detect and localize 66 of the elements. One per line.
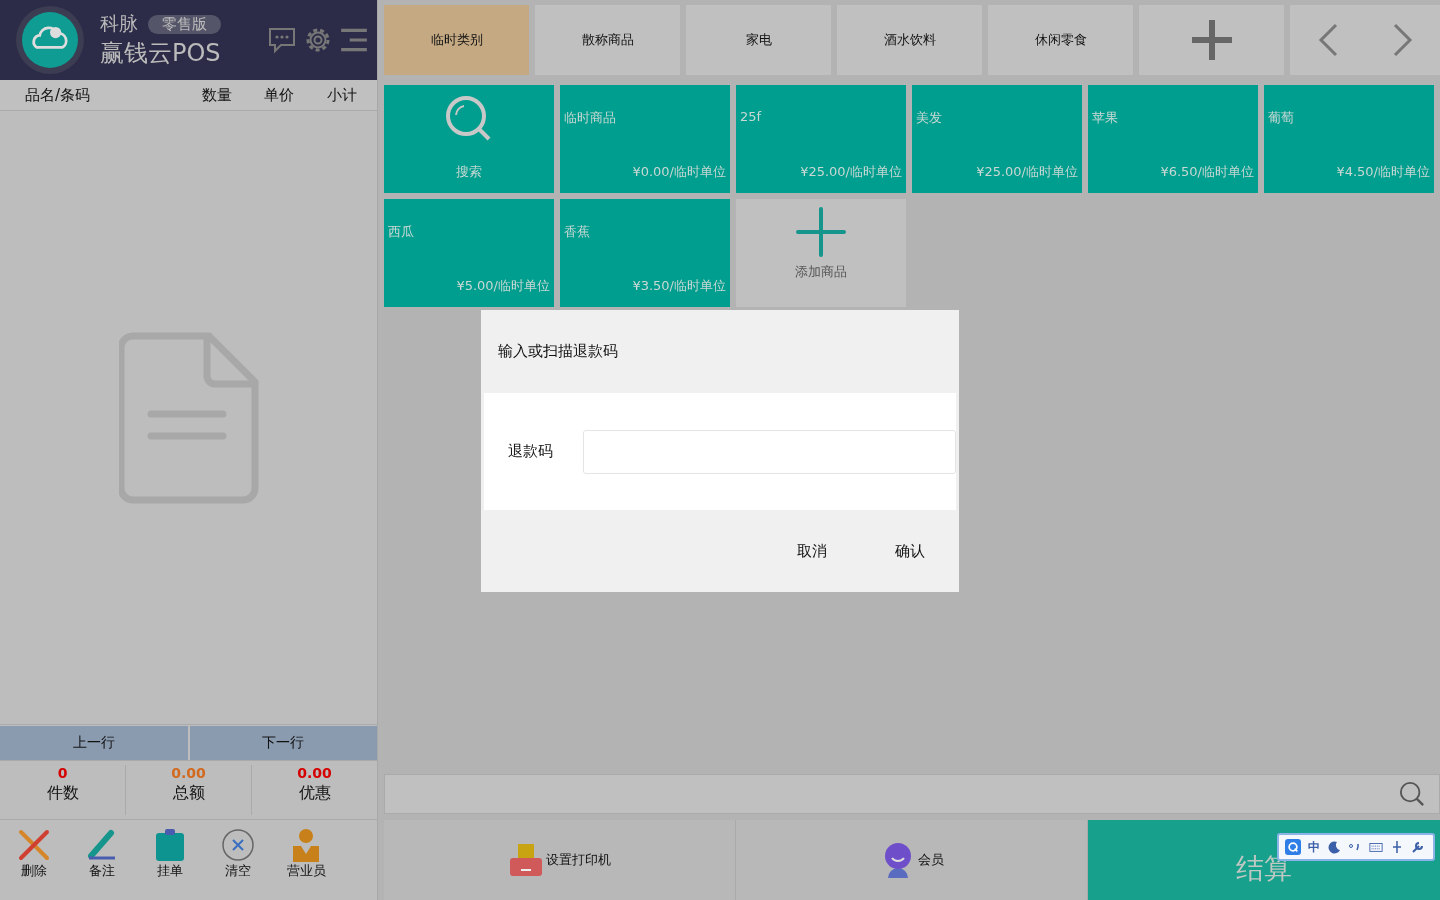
logo-icon: [22, 12, 78, 68]
input-mode-toggle[interactable]: 中: [1308, 838, 1320, 856]
action-button[interactable]: 删除: [12, 828, 56, 900]
product-name: 葡萄: [1268, 109, 1294, 127]
product-price: ¥25.00/临时单位: [976, 163, 1078, 181]
refund-code-field[interactable]: [583, 429, 956, 474]
category-tab[interactable]: 散称商品: [535, 5, 680, 75]
row-nav-button[interactable]: 下一行: [189, 726, 377, 760]
plus-icon: [796, 207, 846, 257]
product-name: 西瓜: [388, 223, 414, 241]
next-icon[interactable]: [1392, 23, 1413, 57]
product-price: ¥0.00/临时单位: [632, 163, 726, 181]
product-name: 25f: [740, 109, 762, 124]
dialog-title: 输入或扫描退款码: [497, 341, 619, 362]
category-tab[interactable]: 家电: [686, 5, 831, 75]
product-price: ¥25.00/临时单位: [800, 163, 902, 181]
dialog-button[interactable]: 取消: [783, 535, 841, 567]
product-price: ¥5.00/临时单位: [456, 277, 550, 295]
add-category-button[interactable]: [1139, 5, 1284, 75]
wrench-icon[interactable]: [1411, 840, 1425, 854]
product-name: 苹果: [1092, 109, 1118, 127]
printer-button[interactable]: 设置打印机: [384, 820, 736, 900]
stat-label: 优惠: [298, 783, 331, 804]
clipboard-icon: [153, 828, 187, 862]
search-field[interactable]: [384, 774, 1440, 814]
cross-icon: [17, 828, 51, 862]
edition-badge: 零售版: [148, 14, 221, 34]
field-label: 退款码: [508, 442, 553, 461]
product-price: ¥6.50/临时单位: [1160, 163, 1254, 181]
stat-value: 0.00: [171, 765, 206, 781]
search-icon[interactable]: [1285, 839, 1301, 855]
product-price: ¥4.50/临时单位: [1336, 163, 1430, 181]
action-button[interactable]: 挂单: [148, 828, 192, 900]
message-icon[interactable]: [267, 25, 297, 55]
row-nav-button[interactable]: 上一行: [0, 726, 188, 760]
column-header: 小计: [327, 85, 357, 105]
product-price: ¥3.50/临时单位: [632, 277, 726, 295]
dialog-button[interactable]: 确认: [881, 535, 939, 567]
keyboard-icon[interactable]: [1369, 840, 1383, 854]
stat-value: 0: [57, 765, 68, 781]
printer-icon: [508, 842, 544, 878]
clear-icon: [221, 828, 255, 862]
moon-icon[interactable]: [1327, 840, 1341, 854]
plus-icon: [1189, 18, 1234, 62]
product-name: 临时商品: [564, 109, 616, 127]
previous-icon[interactable]: [1317, 23, 1338, 57]
stat-value: 0.00: [297, 765, 332, 781]
product-name: 美发: [916, 109, 942, 127]
column-header: 数量: [202, 85, 233, 105]
action-button[interactable]: 营业员: [284, 828, 328, 900]
member-button[interactable]: 会员: [736, 820, 1088, 900]
product-name: 香蕉: [564, 223, 590, 241]
add-product-tile[interactable]: 添加商品: [736, 199, 906, 307]
column-header: 单价: [264, 85, 295, 105]
stat-label: 件数: [46, 783, 79, 804]
stat-label: 总额: [172, 783, 205, 804]
action-button[interactable]: 备注: [80, 828, 124, 900]
search-icon: [445, 95, 493, 143]
action-button[interactable]: 清空: [216, 828, 260, 900]
search-icon[interactable]: [1399, 781, 1425, 807]
column-header: 品名/条码: [25, 85, 92, 105]
category-tab[interactable]: 临时类别: [384, 5, 529, 75]
category-tab[interactable]: 酒水饮料: [837, 5, 982, 75]
brand-name: 科脉: [100, 11, 138, 36]
product-name: 赢钱云POS: [100, 38, 222, 69]
category-tab[interactable]: 休闲零食: [988, 5, 1133, 75]
